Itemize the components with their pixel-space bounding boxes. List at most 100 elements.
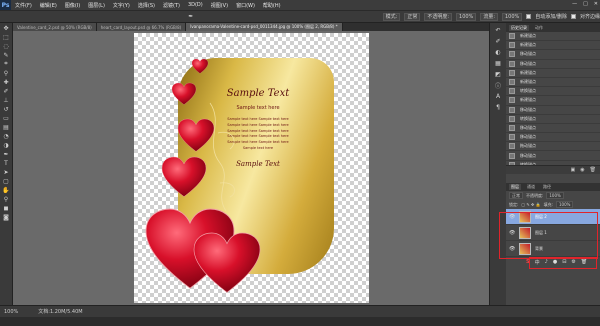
menu-filter[interactable]: 滤镜(T) — [163, 2, 180, 9]
history-item-label: 移动锚点 — [520, 124, 536, 130]
eyedropper-tool-icon[interactable]: ⚲ — [2, 69, 11, 77]
doc-tab-active[interactable]: Ivanpanorama-Valentine-card-psd_0011344.… — [186, 23, 343, 31]
menu-select[interactable]: 选择(S) — [138, 2, 155, 9]
history-panel-icon[interactable]: ↶ — [494, 26, 503, 34]
history-item-label: 移动锚点 — [520, 134, 536, 140]
history-item[interactable]: 新建锚点 — [506, 78, 600, 88]
color-panel-icon[interactable]: ◐ — [494, 48, 503, 56]
blur-tool-icon[interactable]: ◔ — [2, 132, 11, 140]
window-controls: — □ ✕ — [572, 1, 598, 7]
clone-stamp-tool-icon[interactable]: ⊥ — [2, 96, 11, 104]
fill-field[interactable]: 100% — [556, 201, 574, 208]
history-item[interactable]: 移动锚点 — [506, 106, 600, 115]
mode-select[interactable]: 正常 — [404, 12, 421, 21]
zoom-tool-icon[interactable]: ⚲ — [2, 195, 11, 203]
lock-icons[interactable]: ▢ ✎ ✥ 🔒 — [521, 202, 540, 207]
menu-image[interactable]: 图像(I) — [65, 2, 80, 9]
fill-label: 填充: — [543, 201, 553, 207]
brush-panel-icon[interactable]: ✐ — [494, 37, 503, 45]
history-item[interactable]: 转换锚点 — [506, 115, 600, 124]
menu-3d[interactable]: 3D(D) — [188, 2, 203, 8]
dodge-tool-icon[interactable]: ◑ — [2, 141, 11, 149]
type-tool-icon[interactable]: T — [2, 159, 11, 167]
history-step-icon — [509, 33, 515, 40]
history-item[interactable]: 转换锚点 — [506, 87, 600, 97]
menu-edit[interactable]: 编辑(E) — [40, 2, 57, 9]
menu-layer[interactable]: 图层(L) — [88, 2, 105, 9]
tab-actions[interactable]: 动作 — [533, 25, 545, 31]
status-bar: 100% 文档:1.20M/5.40M — [0, 305, 600, 317]
canvas-workspace[interactable]: Sample Text Sample text here Sample text… — [13, 31, 489, 305]
doc-tab-2[interactable]: heart_card_layout.psd @ 66.7% (RGB/8) — [96, 23, 187, 31]
history-item-label: 转换锚点 — [520, 161, 536, 165]
close-button[interactable]: ✕ — [594, 1, 598, 7]
doc-tab-1[interactable]: Valentine_card_2.psd @ 50% (RGB/8) — [13, 23, 97, 31]
tab-history[interactable]: 历史记录 — [509, 24, 529, 31]
camera-icon[interactable]: ◉ — [580, 167, 584, 173]
layer-opacity-field[interactable]: 100% — [546, 192, 564, 199]
trash-icon[interactable]: 🗑 — [590, 167, 596, 173]
hand-tool-icon[interactable]: ✋ — [2, 186, 11, 194]
opacity-field[interactable]: 100% — [456, 12, 477, 21]
history-item[interactable]: 新建锚点 — [506, 69, 600, 78]
gradient-tool-icon[interactable]: ▤ — [2, 123, 11, 131]
tab-paths[interactable]: 路径 — [541, 184, 553, 190]
history-item[interactable]: 拖动锚点 — [506, 142, 600, 152]
eraser-tool-icon[interactable]: ▭ — [2, 114, 11, 122]
quick-mask-icon[interactable]: ◙ — [2, 213, 11, 221]
move-tool-icon[interactable]: ✥ — [2, 24, 11, 32]
align-edges-label: 对齐边缘 — [579, 14, 600, 20]
menu-view[interactable]: 视图(V) — [211, 2, 228, 9]
tab-layers[interactable]: 图层 — [509, 184, 521, 190]
path-select-tool-icon[interactable]: ➤ — [2, 168, 11, 176]
history-item[interactable]: 新建锚点 — [506, 96, 600, 106]
history-item[interactable]: 移动锚点 — [506, 50, 600, 60]
history-item[interactable]: 移动锚点 — [506, 133, 600, 143]
pen-tool-icon[interactable]: ✒ — [2, 150, 11, 158]
history-item-label: 新建锚点 — [520, 69, 536, 75]
new-snapshot-icon[interactable]: ▣ — [571, 167, 576, 173]
history-step-icon — [509, 97, 515, 104]
color-swatch-icon[interactable]: ◼ — [2, 204, 11, 212]
history-item[interactable]: 移动锚点 — [506, 151, 600, 161]
minimize-button[interactable]: — — [572, 1, 577, 7]
menu-help[interactable]: 帮助(H) — [263, 2, 281, 9]
flow-field[interactable]: 100% — [502, 12, 523, 21]
healing-brush-tool-icon[interactable]: ✚ — [2, 78, 11, 86]
history-tabs: 历史记录 动作 — [506, 23, 600, 32]
pen-tool-preset-icon[interactable]: ✒ — [186, 13, 195, 21]
history-item[interactable]: 新建锚点 — [506, 32, 600, 42]
lasso-tool-icon[interactable]: ◌ — [2, 42, 11, 50]
layer-lock-row: 锁定: ▢ ✎ ✥ 🔒 填充: 100% — [506, 200, 600, 209]
crop-tool-icon[interactable]: ⌗ — [2, 60, 11, 68]
history-step-icon — [509, 42, 515, 49]
auto-add-delete-checkbox[interactable] — [526, 14, 532, 19]
tab-channels[interactable]: 通道 — [525, 184, 537, 190]
swatches-panel-icon[interactable]: ▦ — [494, 59, 503, 67]
history-item[interactable]: 新建锚点 — [506, 41, 600, 51]
history-item[interactable]: 移动锚点 — [506, 124, 600, 134]
document-canvas[interactable]: Sample Text Sample text here Sample text… — [134, 33, 369, 303]
flow-label: 流量: — [480, 12, 498, 21]
character-panel-icon[interactable]: A — [494, 92, 503, 100]
paragraph-panel-icon[interactable]: ¶ — [494, 103, 503, 111]
info-panel-icon[interactable]: ⓘ — [494, 81, 503, 90]
align-edges-checkbox[interactable] — [570, 14, 576, 19]
blend-mode-select[interactable]: 正常 — [509, 192, 523, 199]
maximize-button[interactable]: □ — [583, 1, 588, 7]
shape-tool-icon[interactable]: ▢ — [2, 177, 11, 185]
menu-window[interactable]: 窗口(W) — [236, 2, 255, 9]
quick-select-tool-icon[interactable]: ✎ — [2, 51, 11, 59]
menu-file[interactable]: 文件(F) — [15, 2, 32, 9]
history-list[interactable]: 新建锚点 新建锚点 移动锚点 移动锚点 新建锚点 新建锚点 转换锚点 新建锚点 移动锚点 转换锚点… — [506, 32, 600, 165]
menu-type[interactable]: 文字(Y) — [113, 2, 130, 9]
zoom-level[interactable]: 100% — [4, 309, 18, 315]
history-brush-tool-icon[interactable]: ↺ — [2, 105, 11, 113]
marquee-tool-icon[interactable]: ⬚ — [2, 33, 11, 41]
history-item[interactable]: 移动锚点 — [506, 60, 600, 69]
document-tab-bar: Valentine_card_2.psd @ 50% (RGB/8) heart… — [13, 23, 489, 31]
history-item-label: 转换锚点 — [520, 88, 536, 94]
history-item-label: 移动锚点 — [520, 106, 536, 112]
brush-tool-icon[interactable]: ✐ — [2, 87, 11, 95]
adjustments-panel-icon[interactable]: ◩ — [494, 70, 503, 78]
